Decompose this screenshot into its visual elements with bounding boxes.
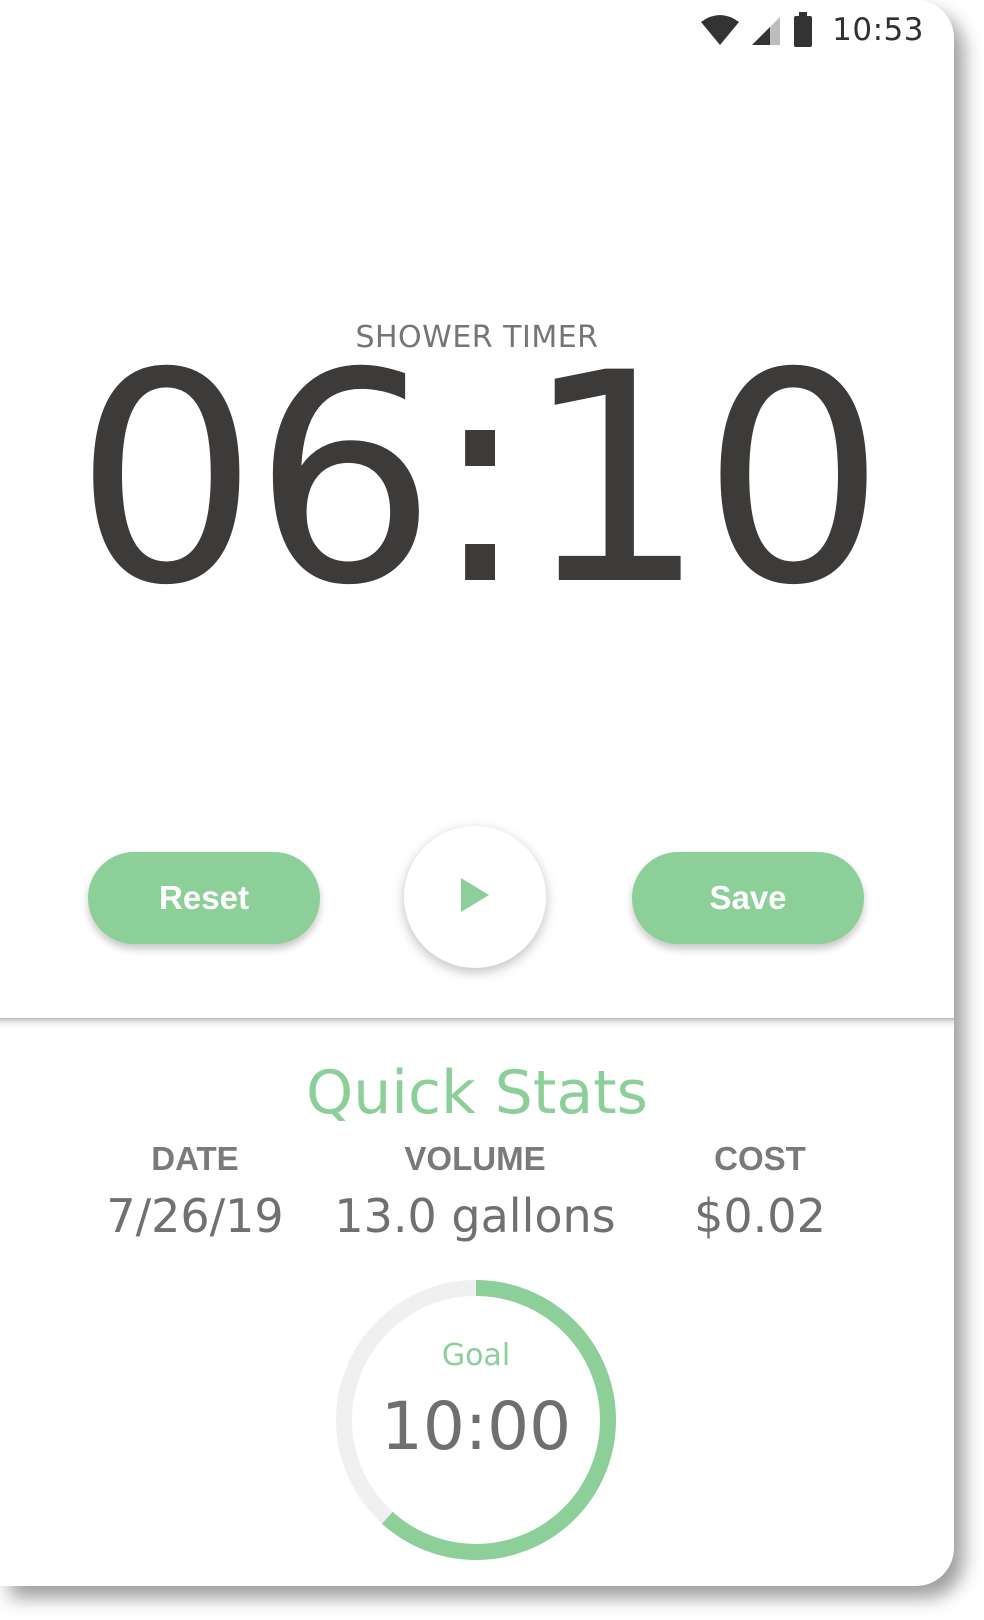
- status-time: 10:53: [832, 12, 924, 48]
- stat-date-value: 7/26/19: [106, 1189, 284, 1243]
- goal-label: Goal: [441, 1338, 511, 1373]
- signal-icon: [750, 14, 782, 46]
- goal-progress-ring: Goal 10:00: [334, 1278, 618, 1562]
- quick-stats-title: Quick Stats: [306, 1058, 648, 1128]
- stat-date-header: DATE: [151, 1140, 239, 1177]
- stat-cost-header: COST: [714, 1140, 806, 1177]
- wifi-icon: [700, 14, 740, 46]
- play-icon: [458, 876, 492, 919]
- stat-date: DATE 7/26/19: [90, 1138, 300, 1252]
- stat-volume: VOLUME 13.0 gallons: [330, 1138, 620, 1252]
- save-button[interactable]: Save: [632, 852, 864, 944]
- play-button[interactable]: [404, 826, 546, 968]
- stat-volume-value: 13.0 gallons: [334, 1189, 616, 1243]
- reset-button[interactable]: Reset: [88, 852, 320, 944]
- timer-display: 06:10: [74, 312, 886, 649]
- goal-value: 10:00: [380, 1388, 572, 1465]
- section-divider: [0, 1018, 954, 1029]
- status-bar: 10:53: [700, 8, 924, 52]
- stat-cost: COST $0.02: [660, 1138, 860, 1252]
- stat-cost-value: $0.02: [694, 1189, 826, 1243]
- app-screen: 10:53 SHOWER TIMER 06:10 Reset Save Quic…: [0, 0, 954, 1586]
- battery-icon: [792, 12, 814, 48]
- stat-volume-header: VOLUME: [404, 1140, 546, 1177]
